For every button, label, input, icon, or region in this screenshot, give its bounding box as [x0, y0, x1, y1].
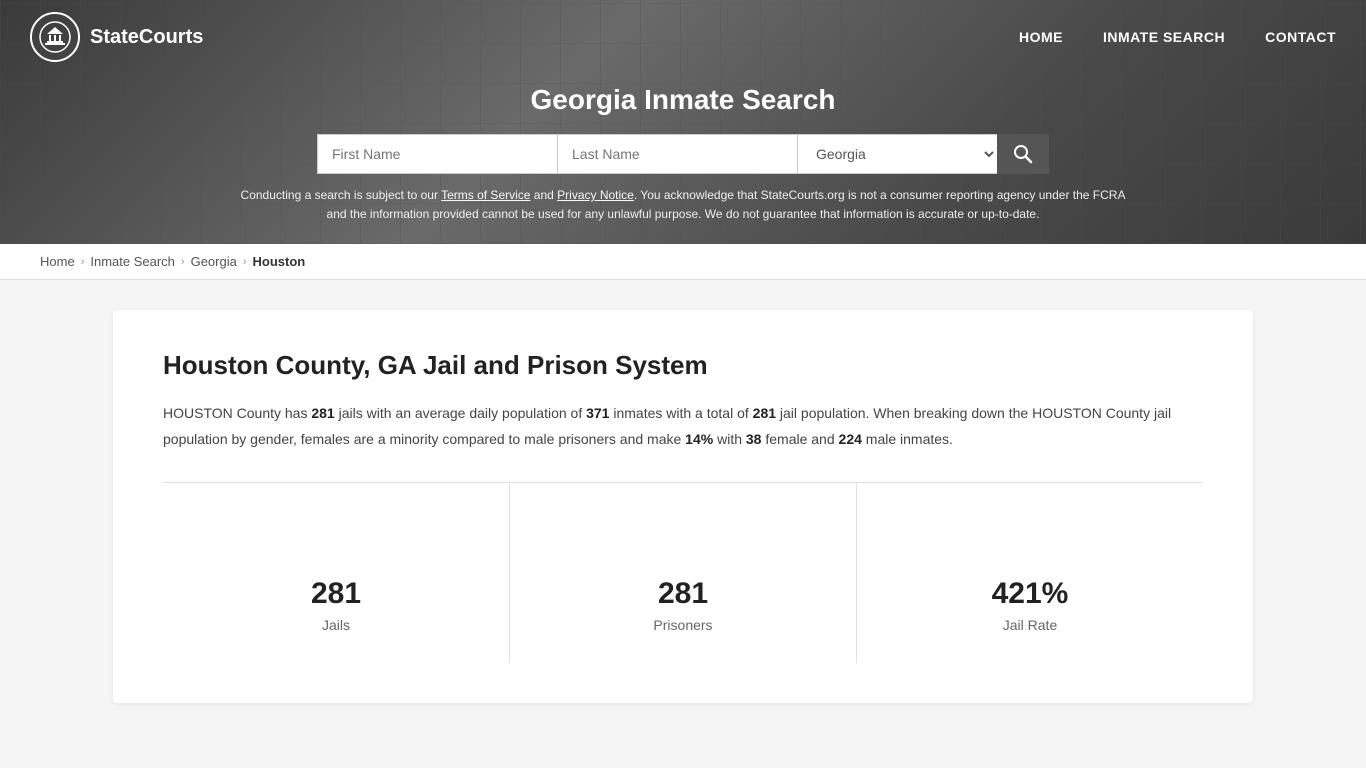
stat-avg-pop: 371: [586, 405, 609, 421]
site-logo[interactable]: StateCourts: [30, 12, 203, 62]
nav-links: HOME INMATE SEARCH CONTACT: [1019, 29, 1336, 45]
stat-number-prisoners: 281: [658, 577, 708, 611]
content-paragraph: HOUSTON County has 281 jails with an ave…: [163, 401, 1203, 451]
nav-home[interactable]: HOME: [1019, 29, 1063, 45]
search-form: Select State Alabama Alaska Arizona Arka…: [293, 134, 1073, 174]
logo-icon: [30, 12, 80, 62]
stat-total-pop: 281: [753, 405, 776, 421]
county-name-2: HOUSTON: [1032, 405, 1102, 421]
stat-male-count: 224: [839, 431, 862, 447]
disclaimer-text: Conducting a search is subject to our Te…: [233, 186, 1133, 224]
nav-inmate-search[interactable]: INMATE SEARCH: [1103, 29, 1225, 45]
first-name-input[interactable]: [317, 134, 557, 174]
main-nav: StateCourts HOME INMATE SEARCH CONTACT: [0, 0, 1366, 74]
breadcrumb-chevron-1: ›: [81, 256, 85, 268]
search-button[interactable]: [997, 134, 1049, 174]
breadcrumb-home[interactable]: Home: [40, 254, 75, 269]
hero-section: Georgia Inmate Search Select State Alaba…: [0, 74, 1366, 244]
breadcrumb-chevron-3: ›: [243, 256, 247, 268]
site-header: StateCourts HOME INMATE SEARCH CONTACT G…: [0, 0, 1366, 244]
stat-label-jails: Jails: [322, 617, 350, 633]
stat-number-jail-rate: 421%: [992, 577, 1069, 611]
content-card: Houston County, GA Jail and Prison Syste…: [113, 310, 1253, 702]
stat-number-jails: 281: [311, 577, 361, 611]
stat-jails-inline: 281: [311, 405, 334, 421]
stat-box-prisoners: 281 Prisoners: [510, 483, 857, 663]
terms-link[interactable]: Terms of Service: [441, 188, 530, 202]
logo-text: StateCourts: [90, 26, 203, 49]
breadcrumb: Home › Inmate Search › Georgia › Houston: [0, 244, 1366, 280]
content-title: Houston County, GA Jail and Prison Syste…: [163, 350, 1203, 381]
stat-female-count: 38: [746, 431, 762, 447]
last-name-input[interactable]: [557, 134, 797, 174]
county-name-1: HOUSTON: [163, 405, 233, 421]
stat-female-pct: 14%: [685, 431, 713, 447]
stat-label-prisoners: Prisoners: [653, 617, 712, 633]
stat-box-jails: 281 Jails: [163, 483, 510, 663]
breadcrumb-county: Houston: [253, 254, 306, 269]
breadcrumb-inmate-search[interactable]: Inmate Search: [90, 254, 175, 269]
breadcrumb-state[interactable]: Georgia: [191, 254, 237, 269]
breadcrumb-chevron-2: ›: [181, 256, 185, 268]
disclaimer-prefix: Conducting a search is subject to our: [241, 188, 442, 202]
stat-label-jail-rate: Jail Rate: [1003, 617, 1057, 633]
search-icon: [1013, 144, 1033, 164]
disclaimer-and: and: [530, 188, 557, 202]
nav-contact[interactable]: CONTACT: [1265, 29, 1336, 45]
stat-box-jail-rate: 421% Jail Rate: [857, 483, 1203, 663]
main-content: Houston County, GA Jail and Prison Syste…: [93, 310, 1273, 702]
hero-title: Georgia Inmate Search: [20, 84, 1346, 116]
state-select[interactable]: Select State Alabama Alaska Arizona Arka…: [797, 134, 997, 174]
stats-row: 281 Jails: [163, 482, 1203, 663]
privacy-link[interactable]: Privacy Notice: [557, 188, 634, 202]
